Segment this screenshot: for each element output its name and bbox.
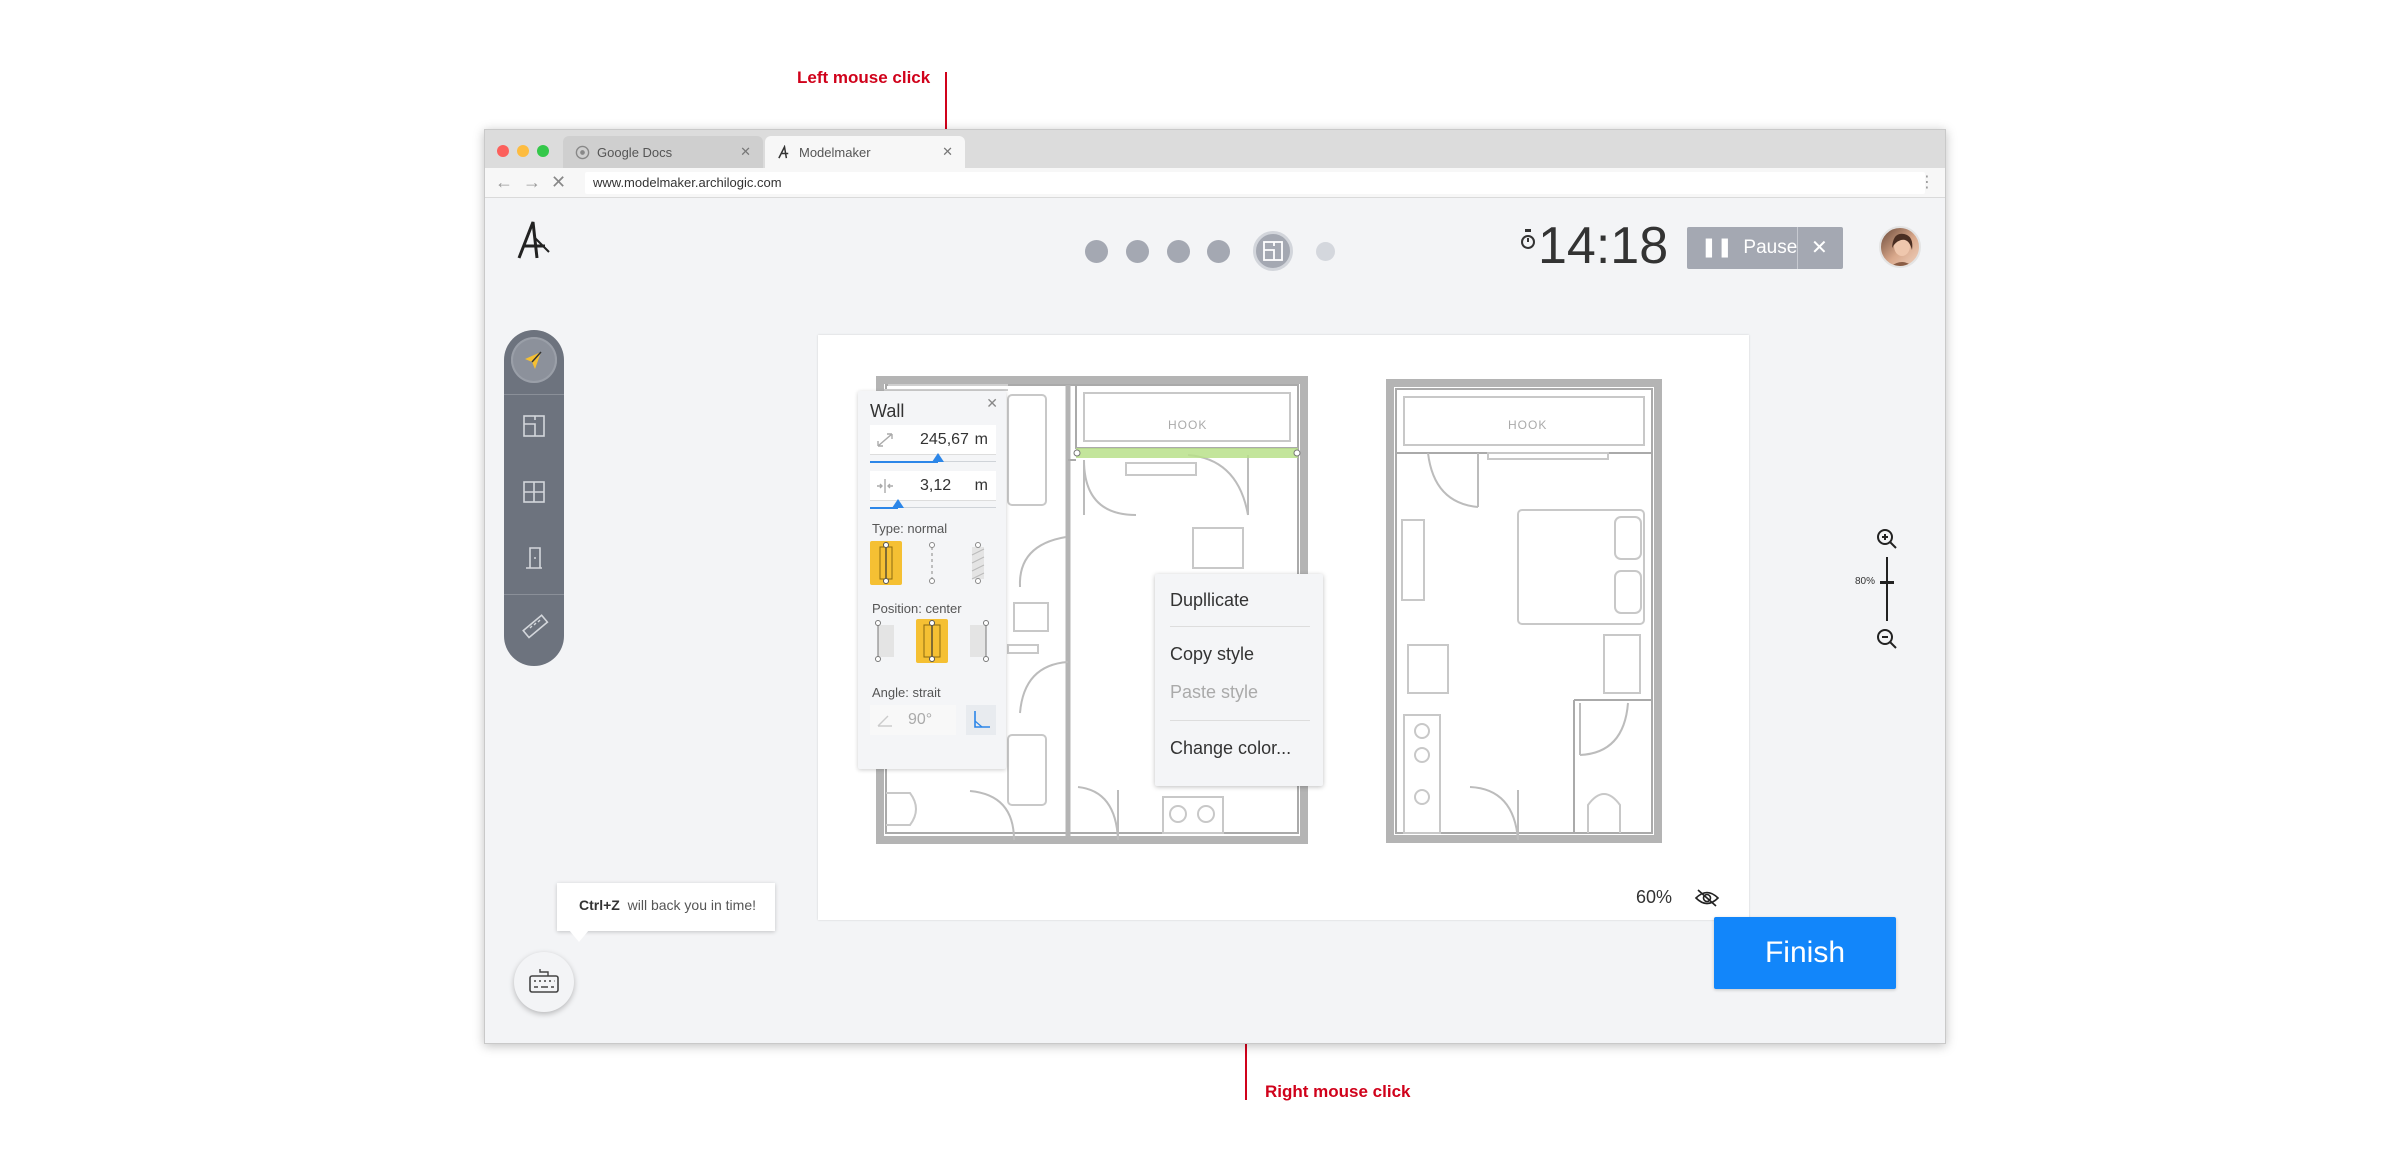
- progress-step-1[interactable]: [1085, 240, 1108, 263]
- more-options-icon[interactable]: ⋮: [1919, 172, 1935, 192]
- session-timer: 14:18: [1538, 217, 1669, 275]
- pause-button[interactable]: ❚❚ Pause ✕: [1687, 227, 1843, 269]
- window-tool[interactable]: [504, 462, 564, 522]
- position-left-option[interactable]: [870, 619, 902, 663]
- tab-modelmaker[interactable]: Modelmaker ✕: [765, 136, 965, 168]
- left-click-annotation: Left mouse click: [797, 68, 931, 87]
- wall-length-unit: m: [974, 431, 988, 448]
- wall-thickness-value: 3,12: [920, 477, 952, 494]
- progress-step-5-active[interactable]: [1253, 231, 1293, 271]
- wall-type-label: Type: normal: [872, 521, 948, 536]
- zoom-track[interactable]: [1886, 557, 1888, 621]
- close-window-button[interactable]: [497, 145, 509, 157]
- zoom-out-icon[interactable]: [1875, 627, 1899, 651]
- menu-item-change-color[interactable]: Change color...: [1170, 738, 1291, 759]
- wall-type-dashed-option[interactable]: [916, 541, 948, 585]
- address-bar: ← → ✕ www.modelmaker.archilogic.com ⋮: [485, 168, 1945, 198]
- shortcut-hint: will back you in time!: [627, 897, 757, 913]
- shortcut-tooltip: Ctrl+Z will back you in time!: [557, 883, 775, 931]
- forward-arrow-icon[interactable]: →: [523, 172, 541, 193]
- angle-icon: [877, 715, 892, 727]
- wall-thickness-field[interactable]: 3,12 m: [870, 471, 996, 501]
- zoom-handle[interactable]: [1880, 581, 1894, 584]
- door-icon: [526, 547, 542, 569]
- minimize-window-button[interactable]: [517, 145, 529, 157]
- archilogic-logo[interactable]: [515, 218, 555, 264]
- zoom-in-icon[interactable]: [1875, 527, 1899, 551]
- wall-length-value: 245,67: [920, 431, 969, 448]
- pause-label: Pause: [1743, 237, 1798, 258]
- tab-title: Modelmaker: [799, 145, 871, 160]
- room-label-2: HOOK: [1508, 418, 1547, 432]
- position-right-option[interactable]: [962, 619, 994, 663]
- position-center-option[interactable]: [916, 619, 948, 663]
- canvas-zoom-level: 60%: [1636, 887, 1673, 907]
- stop-session-icon[interactable]: ✕: [1811, 235, 1828, 260]
- room-label-1: HOOK: [1168, 418, 1207, 432]
- maximize-window-button[interactable]: [537, 145, 549, 157]
- window-grid-icon: [523, 481, 545, 503]
- room-tool[interactable]: [504, 396, 564, 456]
- archilogic-logo-icon: [778, 145, 789, 159]
- wall-thickness-unit: m: [974, 477, 988, 494]
- keyboard-icon: [529, 969, 559, 993]
- wall-type-solid-option[interactable]: [870, 541, 902, 585]
- cursor-arrow-icon: [525, 351, 542, 369]
- close-panel-icon[interactable]: ✕: [986, 395, 998, 412]
- stopwatch-icon: [1521, 229, 1535, 249]
- visibility-toggle-icon[interactable]: [1694, 887, 1720, 909]
- progress-step-2[interactable]: [1126, 240, 1149, 263]
- right-angle-icon: [974, 711, 990, 728]
- thickness-slider-handle[interactable]: [892, 499, 904, 508]
- angle-value: 90°: [908, 711, 933, 728]
- measure-tool[interactable]: [504, 596, 564, 656]
- zoom-level-label: 80%: [1855, 576, 1876, 587]
- wall-position-label: Position: center: [872, 601, 962, 616]
- google-docs-icon: [575, 145, 590, 160]
- shortcut-key: Ctrl+Z: [579, 897, 620, 913]
- progress-step-6[interactable]: [1316, 242, 1335, 261]
- selected-wall-highlight: [1076, 448, 1298, 458]
- close-tab-icon[interactable]: ✕: [740, 144, 751, 160]
- menu-item-duplicate[interactable]: Dupllicate: [1170, 590, 1249, 611]
- browser-window: Google Docs ✕ Modelmaker ✕ ← → ✕ www.mod…: [484, 129, 1946, 1044]
- length-slider-fill: [870, 461, 938, 463]
- angle-input[interactable]: 90°: [870, 705, 956, 735]
- back-arrow-icon[interactable]: ←: [495, 172, 513, 193]
- context-menu: Dupllicate Copy style Paste style Change…: [1155, 574, 1323, 786]
- room-layout-icon: [523, 415, 545, 437]
- length-slider-handle[interactable]: [932, 453, 944, 462]
- user-avatar[interactable]: [1879, 226, 1921, 268]
- panel-title: Wall: [870, 401, 905, 421]
- right-click-annotation: Right mouse click: [1265, 1082, 1411, 1101]
- menu-item-paste-style: Paste style: [1170, 682, 1259, 702]
- floorplan-step-icon: [1263, 241, 1283, 261]
- door-tool[interactable]: [504, 528, 564, 588]
- ruler-icon: [522, 614, 549, 639]
- right-angle-toggle[interactable]: [966, 705, 996, 735]
- tab-google-docs[interactable]: Google Docs ✕: [563, 136, 763, 168]
- browser-tab-bar: Google Docs ✕ Modelmaker ✕: [485, 130, 1945, 168]
- length-arrows-icon: [877, 433, 893, 447]
- wall-properties-panel: Wall ✕ 245,67 m 3,12 m Type: normal Posi…: [858, 391, 1006, 769]
- menu-item-copy-style[interactable]: Copy style: [1170, 644, 1254, 665]
- select-tool[interactable]: [504, 330, 564, 390]
- keyboard-shortcuts-button[interactable]: [514, 952, 574, 1012]
- progress-step-3[interactable]: [1167, 240, 1190, 263]
- tool-palette: [504, 330, 564, 666]
- tab-title: Google Docs: [597, 145, 673, 160]
- wall-angle-label: Angle: strait: [872, 685, 941, 700]
- drawing-canvas[interactable]: HOOK HOOK Wall ✕ 245,67 m 3,12 m Type: n…: [818, 335, 1749, 920]
- thickness-arrows-icon: [877, 479, 893, 493]
- url-field[interactable]: www.modelmaker.archilogic.com: [585, 172, 1925, 194]
- stop-loading-icon[interactable]: ✕: [551, 172, 566, 193]
- finish-button[interactable]: Finish: [1714, 917, 1896, 989]
- pause-icon: ❚❚: [1701, 237, 1733, 258]
- wall-length-field[interactable]: 245,67 m: [870, 425, 996, 455]
- close-tab-icon[interactable]: ✕: [942, 144, 953, 160]
- wall-type-hatched-option[interactable]: [962, 541, 994, 585]
- progress-step-4[interactable]: [1207, 240, 1230, 263]
